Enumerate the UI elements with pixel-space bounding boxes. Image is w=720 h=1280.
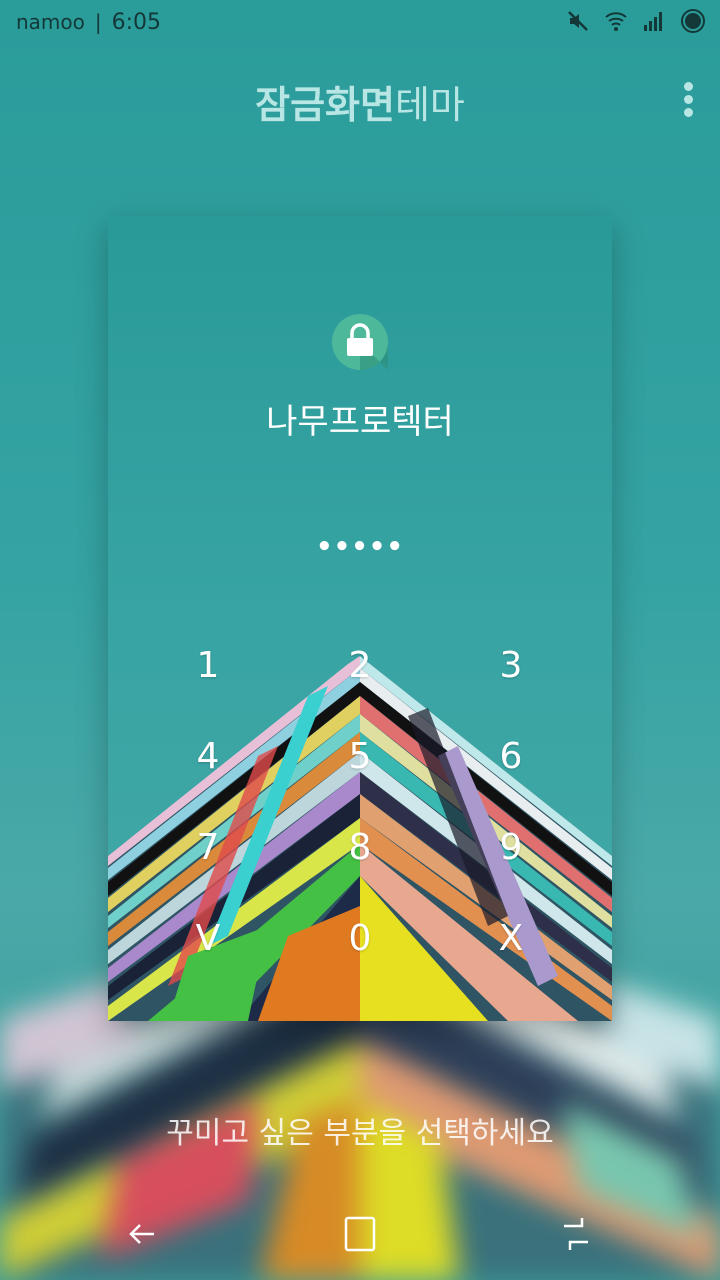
status-left: namoo | 6:05 — [16, 10, 161, 35]
pin-indicator: ••••• — [315, 532, 405, 562]
more-vert-icon[interactable] — [678, 78, 698, 120]
key-1[interactable]: 1 — [158, 636, 258, 696]
key-delete[interactable]: X — [461, 909, 561, 969]
key-0[interactable]: 0 — [310, 909, 410, 969]
page-title-regular: 테마 — [394, 83, 465, 127]
back-icon[interactable] — [114, 1214, 174, 1264]
hint-text: 꾸미고 싶은 부분을 선택하세요 — [166, 1116, 554, 1151]
page-title-bold: 잠금화면 — [255, 83, 395, 127]
key-8[interactable]: 8 — [310, 818, 410, 878]
lock-icon — [332, 314, 388, 370]
key-7[interactable]: 7 — [158, 818, 258, 878]
lockscreen-preview[interactable]: 나무프로텍터 ••••• 1 2 3 4 5 6 7 8 9 V 0 X — [108, 216, 612, 1021]
home-icon[interactable] — [330, 1214, 390, 1264]
clock: 6:05 — [111, 10, 162, 35]
record-icon — [680, 8, 706, 34]
menu-dot — [683, 108, 693, 117]
menu-dot — [683, 95, 693, 104]
menu-dot — [683, 82, 693, 91]
key-confirm[interactable]: V — [158, 909, 258, 969]
recents-icon[interactable] — [546, 1214, 606, 1264]
key-9[interactable]: 9 — [461, 818, 561, 878]
key-3[interactable]: 3 — [461, 636, 561, 696]
signal-icon — [642, 9, 666, 33]
page-title: 잠금화면테마 — [0, 74, 720, 129]
key-4[interactable]: 4 — [158, 727, 258, 787]
app-name: 나무프로텍터 — [266, 402, 454, 442]
navigation-bar — [0, 1200, 720, 1280]
status-icons — [566, 8, 706, 34]
key-2[interactable]: 2 — [310, 636, 410, 696]
mute-icon — [566, 9, 590, 33]
wifi-icon — [604, 9, 628, 33]
key-6[interactable]: 6 — [461, 727, 561, 787]
key-5[interactable]: 5 — [310, 727, 410, 787]
status-separator: | — [94, 10, 102, 34]
status-bar: namoo | 6:05 — [0, 0, 720, 44]
carrier-label: namoo — [16, 10, 85, 34]
